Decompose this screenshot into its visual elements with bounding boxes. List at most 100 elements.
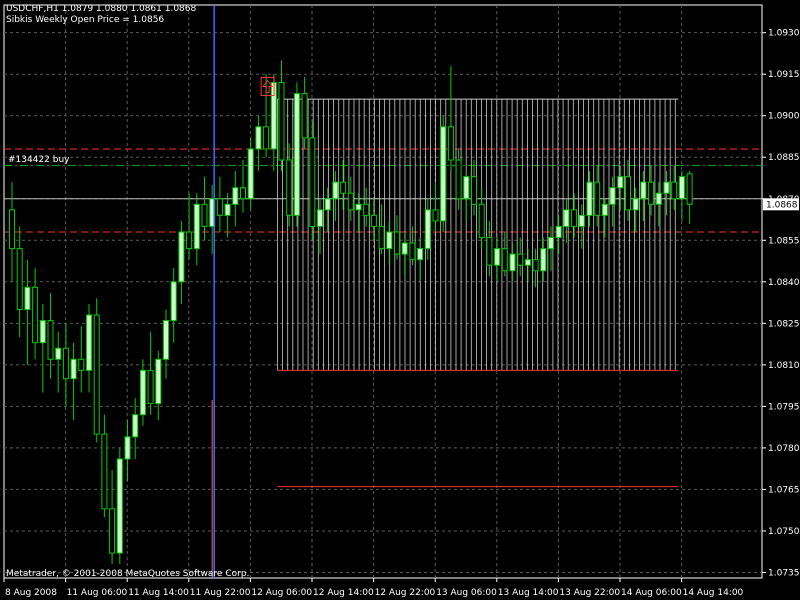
candle-body [655,192,662,205]
y-tick-label: 1.0795 [768,402,800,412]
candle-body [494,248,501,266]
candle-body [478,203,485,239]
candle-body [286,159,293,216]
price-chart[interactable]: 1.09301.09151.09001.08851.08701.08551.08… [0,0,800,600]
candle-body [155,358,162,405]
candle-body [417,248,424,261]
candle-body [124,436,131,460]
candle-body [186,231,193,250]
candle-body [101,433,108,510]
candle-body [62,347,69,380]
x-tick-label: 12 Aug 06:00 [251,588,312,598]
candle-body [93,314,100,435]
candle-body [193,203,200,250]
x-tick-label: 12 Aug 14:00 [313,588,374,598]
x-tick-label: 14 Aug 14:00 [683,588,744,598]
candle-body [632,198,639,211]
candle-body [116,458,123,554]
current-price-label: 1.0868 [766,200,798,210]
candle-body [440,126,447,222]
x-tick-label: 12 Aug 22:00 [375,588,436,598]
candle-body [163,320,169,360]
y-tick-label: 1.0840 [768,278,800,288]
candle-body [424,209,431,250]
y-tick-label: 1.0765 [768,485,800,495]
candle-body [678,176,685,200]
candle-body [55,347,62,360]
candle-body [471,176,477,205]
candle-body [509,253,516,272]
order-label: #134422 buy [8,155,70,165]
candle-body [609,187,616,205]
candle-body [139,369,146,416]
y-tick-label: 1.0855 [768,236,800,246]
candle-body [363,203,370,216]
candle-body [332,181,339,200]
candle-body [70,358,77,380]
candle-body [86,314,92,371]
candle-body [401,242,408,255]
candle-body [317,209,323,227]
copyright-text: Metatrader, © 2001-2008 MetaQuotes Softw… [6,569,250,579]
candle-body [216,198,223,216]
y-tick-label: 1.0825 [768,319,800,329]
candle-body [263,126,270,150]
candle-body [571,209,578,227]
y-tick-label: 1.0915 [768,70,800,80]
candle-body [32,286,39,344]
candle-body [309,137,316,227]
candle-body [563,209,570,227]
candle-body [663,181,670,194]
candle-body [686,173,693,205]
candle-body [671,181,678,200]
candle-body [324,198,331,211]
candle-body [16,248,23,310]
candle-body [178,231,185,283]
x-tick-label: 11 Aug 22:00 [190,588,251,598]
y-tick-label: 1.0735 [768,568,800,578]
candle-body [501,248,508,272]
candle-body [78,358,85,371]
candle-body [447,126,454,161]
candle-body [24,286,31,310]
candle-body [625,176,631,211]
y-tick-label: 1.0900 [768,112,800,122]
candle-body [394,231,400,255]
x-tick-label: 13 Aug 06:00 [436,588,497,598]
y-tick-label: 1.0750 [768,527,800,537]
chart-title: USDCHF,H1 1.0879 1.0880 1.0861 1.0868 [6,4,197,14]
y-tick-label: 1.0810 [768,361,800,371]
candle-body [201,203,208,227]
candle-body [9,209,15,250]
y-tick-label: 1.0930 [768,29,800,39]
candle-body [555,225,562,239]
candle-body [594,181,601,216]
x-tick-label: 11 Aug 14:00 [128,588,189,598]
candle-body [278,82,285,161]
x-tick-label: 13 Aug 22:00 [559,588,620,598]
x-tick-label: 11 Aug 06:00 [67,588,128,598]
candle-body [147,369,154,405]
candle-body [255,126,262,150]
candle-body [532,259,539,272]
candle-body [132,414,139,438]
candle-body [293,93,300,216]
y-tick-label: 1.0780 [768,444,800,454]
candle-body [386,231,393,250]
candle-body [347,192,354,211]
candle-body [378,225,385,250]
candle-body [240,187,246,200]
candle-body [578,214,585,227]
x-tick-label: 13 Aug 14:00 [498,588,559,598]
candle-body [355,203,362,211]
candle-body [224,203,231,216]
candle-body [517,253,524,266]
candle-body [586,181,593,216]
candle-body [340,181,347,194]
candle-body [463,176,470,200]
candle-body [601,203,608,216]
candle-body [370,214,377,227]
candle-body [548,237,554,250]
arrow-up-icon [262,79,274,94]
candle-body [540,248,547,272]
